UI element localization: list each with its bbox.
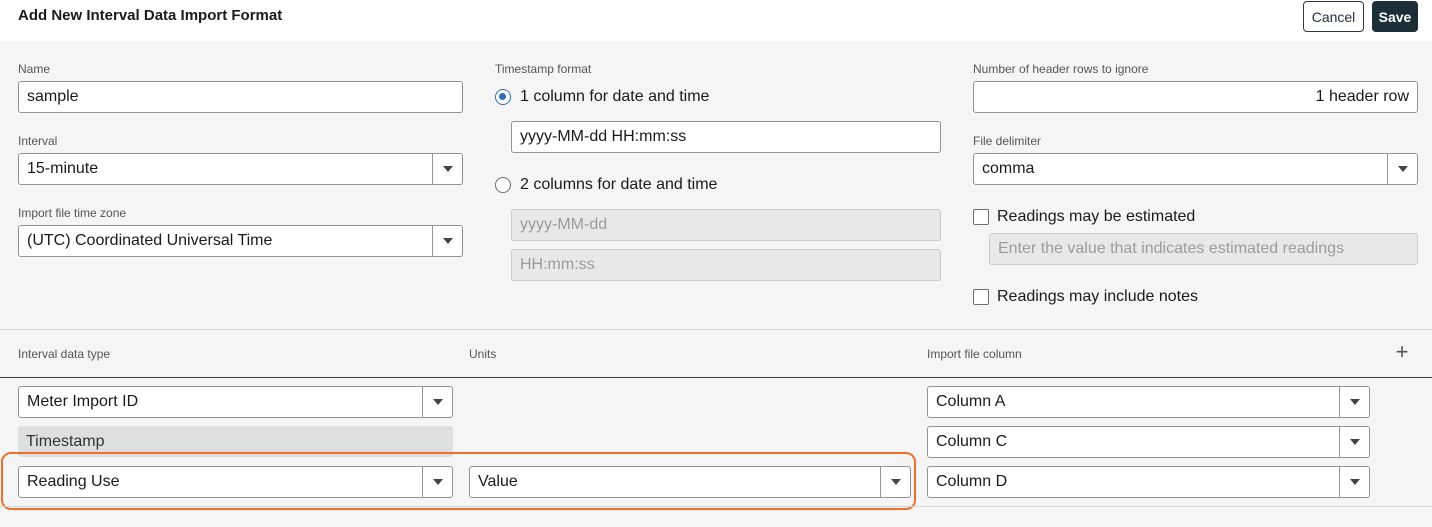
estimated-label: Readings may be estimated (997, 208, 1196, 225)
interval-value: 15-minute (27, 160, 99, 177)
delimiter-value: comma (982, 160, 1035, 177)
row1-column-value: Column A (936, 393, 1006, 410)
timezone-label: Import file time zone (18, 206, 127, 220)
chevron-down-icon[interactable] (1339, 467, 1369, 497)
chevron-down-icon[interactable] (1339, 387, 1369, 417)
estimated-checkbox[interactable] (973, 209, 989, 225)
time-format-input[interactable]: HH:mm:ss (511, 249, 941, 281)
cancel-button[interactable]: Cancel (1303, 1, 1364, 32)
row2-column-select[interactable]: Column C (927, 426, 1370, 458)
interval-label: Interval (18, 134, 58, 148)
chevron-down-icon[interactable] (432, 226, 462, 256)
timestamp-format-label: Timestamp format (495, 62, 592, 76)
timestamp-option1-radio[interactable] (495, 89, 511, 105)
name-label: Name (18, 62, 51, 76)
chevron-down-icon[interactable] (1387, 154, 1417, 184)
chevron-down-icon[interactable] (1339, 427, 1369, 457)
table-header-divider (0, 377, 1432, 378)
section-divider (0, 329, 1432, 330)
name-input[interactable]: sample (18, 81, 463, 113)
header-rows-input[interactable]: 1 header row (973, 81, 1418, 113)
estimated-value-input[interactable]: Enter the value that indicates estimated… (989, 233, 1418, 265)
delimiter-select[interactable]: comma (973, 153, 1418, 185)
row3-column-value: Column D (936, 473, 1008, 490)
col-header-units: Units (469, 347, 497, 361)
header-rows-label: Number of header rows to ignore (973, 62, 1149, 76)
chevron-down-icon[interactable] (422, 387, 452, 417)
timezone-value: (UTC) Coordinated Universal Time (27, 232, 273, 249)
row1-data-type-value: Meter Import ID (27, 393, 139, 410)
timestamp-option2-label: 2 columns for date and time (520, 176, 718, 193)
delimiter-label: File delimiter (973, 134, 1042, 148)
notes-checkbox[interactable] (973, 289, 989, 305)
row2-column-value: Column C (936, 433, 1008, 450)
col-header-column: Import file column (927, 347, 1022, 361)
date-format-input[interactable]: yyyy-MM-dd (511, 209, 941, 241)
chevron-down-icon[interactable] (432, 154, 462, 184)
timezone-select[interactable]: (UTC) Coordinated Universal Time (18, 225, 463, 257)
save-button[interactable]: Save (1372, 1, 1418, 32)
row1-data-type-select[interactable]: Meter Import ID (18, 386, 453, 418)
highlight-annotation (1, 452, 916, 510)
col-header-data-type: Interval data type (18, 347, 111, 361)
row1-column-select[interactable]: Column A (927, 386, 1370, 418)
interval-select[interactable]: 15-minute (18, 153, 463, 185)
row3-column-select[interactable]: Column D (927, 466, 1370, 498)
dialog-title: Add New Interval Data Import Format (18, 7, 283, 24)
add-row-icon[interactable]: + (1393, 341, 1411, 363)
datetime-format-input[interactable]: yyyy-MM-dd HH:mm:ss (511, 121, 941, 153)
table-bottom-divider (0, 506, 1432, 507)
timestamp-option2-radio[interactable] (495, 177, 511, 193)
timestamp-option1-label: 1 column for date and time (520, 88, 710, 105)
notes-label: Readings may include notes (997, 288, 1199, 305)
dialog-header: Add New Interval Data Import Format Canc… (0, 0, 1432, 41)
